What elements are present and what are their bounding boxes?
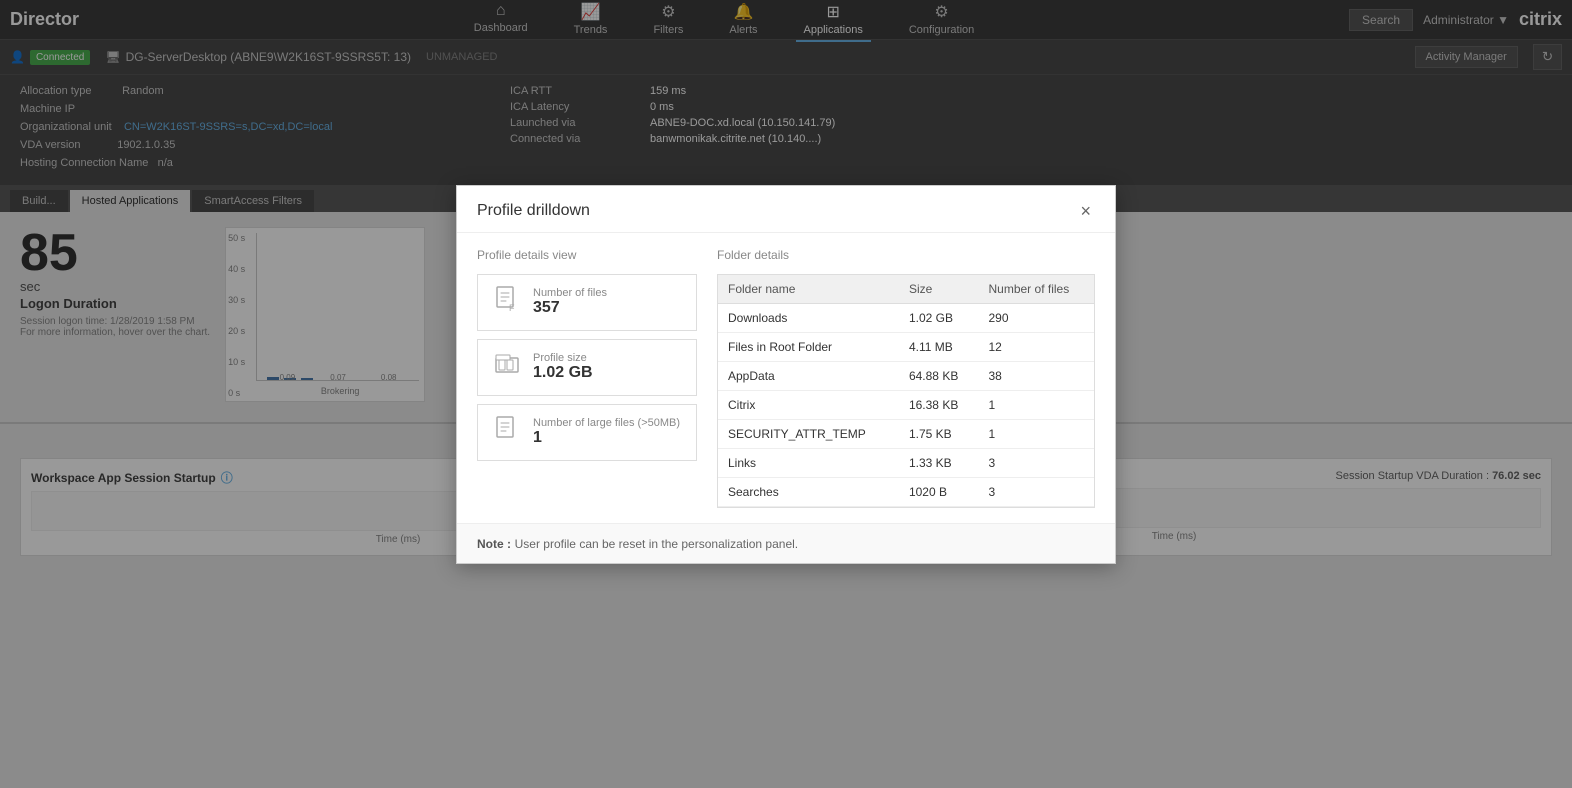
modal-title: Profile drilldown <box>477 202 590 220</box>
folder-table-body: Downloads 1.02 GB 290 Files in Root Fold… <box>718 303 1094 506</box>
modal-footer: Note : User profile can be reset in the … <box>457 523 1115 563</box>
folder-name-cell: Searches <box>718 477 899 506</box>
profile-size-info: Profile size 1.02 GB <box>533 352 593 382</box>
table-row: Links 1.33 KB 3 <box>718 448 1094 477</box>
folder-table-header-row: Folder name Size Number of files <box>718 275 1094 304</box>
folder-name-cell: Downloads <box>718 303 899 332</box>
large-files-icon <box>493 415 521 450</box>
folder-count-cell: 38 <box>979 361 1095 390</box>
table-row: Files in Root Folder 4.11 MB 12 <box>718 332 1094 361</box>
profile-size-label: Profile size <box>533 352 593 364</box>
folder-size-cell: 4.11 MB <box>899 332 979 361</box>
large-files-info: Number of large files (>50MB) 1 <box>533 417 680 447</box>
folder-count-cell: 1 <box>979 390 1095 419</box>
num-files-value: 357 <box>533 299 607 317</box>
profile-size-icon <box>493 350 521 385</box>
note-label: Note : <box>477 537 511 551</box>
col-folder-name: Folder name <box>718 275 899 304</box>
large-files-label: Number of large files (>50MB) <box>533 417 680 429</box>
num-files-icon: F <box>493 285 521 320</box>
folder-size-cell: 1020 B <box>899 477 979 506</box>
folder-size-cell: 1.02 GB <box>899 303 979 332</box>
modal-body: Profile details view F Number of files 3… <box>457 233 1115 523</box>
large-files-value: 1 <box>533 429 680 447</box>
folder-count-cell: 3 <box>979 448 1095 477</box>
folder-count-cell: 1 <box>979 419 1095 448</box>
large-files-card: Number of large files (>50MB) 1 <box>477 404 697 461</box>
profile-details-title: Profile details view <box>477 248 697 262</box>
num-files-card: F Number of files 357 <box>477 274 697 331</box>
col-size: Size <box>899 275 979 304</box>
table-row: SECURITY_ATTR_TEMP 1.75 KB 1 <box>718 419 1094 448</box>
profile-drilldown-modal: Profile drilldown × Profile details view… <box>456 185 1116 564</box>
folder-table-wrapper[interactable]: Folder name Size Number of files Downloa… <box>717 274 1095 508</box>
note-text: User profile can be reset in the persona… <box>515 537 799 551</box>
modal-close-button[interactable]: × <box>1076 201 1095 222</box>
folder-name-cell: SECURITY_ATTR_TEMP <box>718 419 899 448</box>
folder-name-cell: AppData <box>718 361 899 390</box>
folder-size-cell: 16.38 KB <box>899 390 979 419</box>
folder-count-cell: 12 <box>979 332 1095 361</box>
folder-count-cell: 3 <box>979 477 1095 506</box>
folder-size-cell: 1.33 KB <box>899 448 979 477</box>
folder-table: Folder name Size Number of files Downloa… <box>718 275 1094 507</box>
svg-text:F: F <box>509 303 515 313</box>
num-files-label: Number of files <box>533 287 607 299</box>
folder-name-cell: Files in Root Folder <box>718 332 899 361</box>
table-row: Citrix 16.38 KB 1 <box>718 390 1094 419</box>
folder-size-cell: 1.75 KB <box>899 419 979 448</box>
num-files-info: Number of files 357 <box>533 287 607 317</box>
profile-size-value: 1.02 GB <box>533 364 593 382</box>
table-row: AppData 64.88 KB 38 <box>718 361 1094 390</box>
folder-details-section: Folder details Folder name Size Number o… <box>717 248 1095 508</box>
folder-name-cell: Citrix <box>718 390 899 419</box>
modal-overlay: Profile drilldown × Profile details view… <box>0 0 1572 788</box>
profile-size-card: Profile size 1.02 GB <box>477 339 697 396</box>
table-row: Searches 1020 B 3 <box>718 477 1094 506</box>
folder-count-cell: 290 <box>979 303 1095 332</box>
folder-name-cell: Links <box>718 448 899 477</box>
profile-details-section: Profile details view F Number of files 3… <box>477 248 697 508</box>
folder-details-title: Folder details <box>717 248 1095 262</box>
table-row: Downloads 1.02 GB 290 <box>718 303 1094 332</box>
modal-header: Profile drilldown × <box>457 186 1115 233</box>
folder-size-cell: 64.88 KB <box>899 361 979 390</box>
col-num-files: Number of files <box>979 275 1095 304</box>
